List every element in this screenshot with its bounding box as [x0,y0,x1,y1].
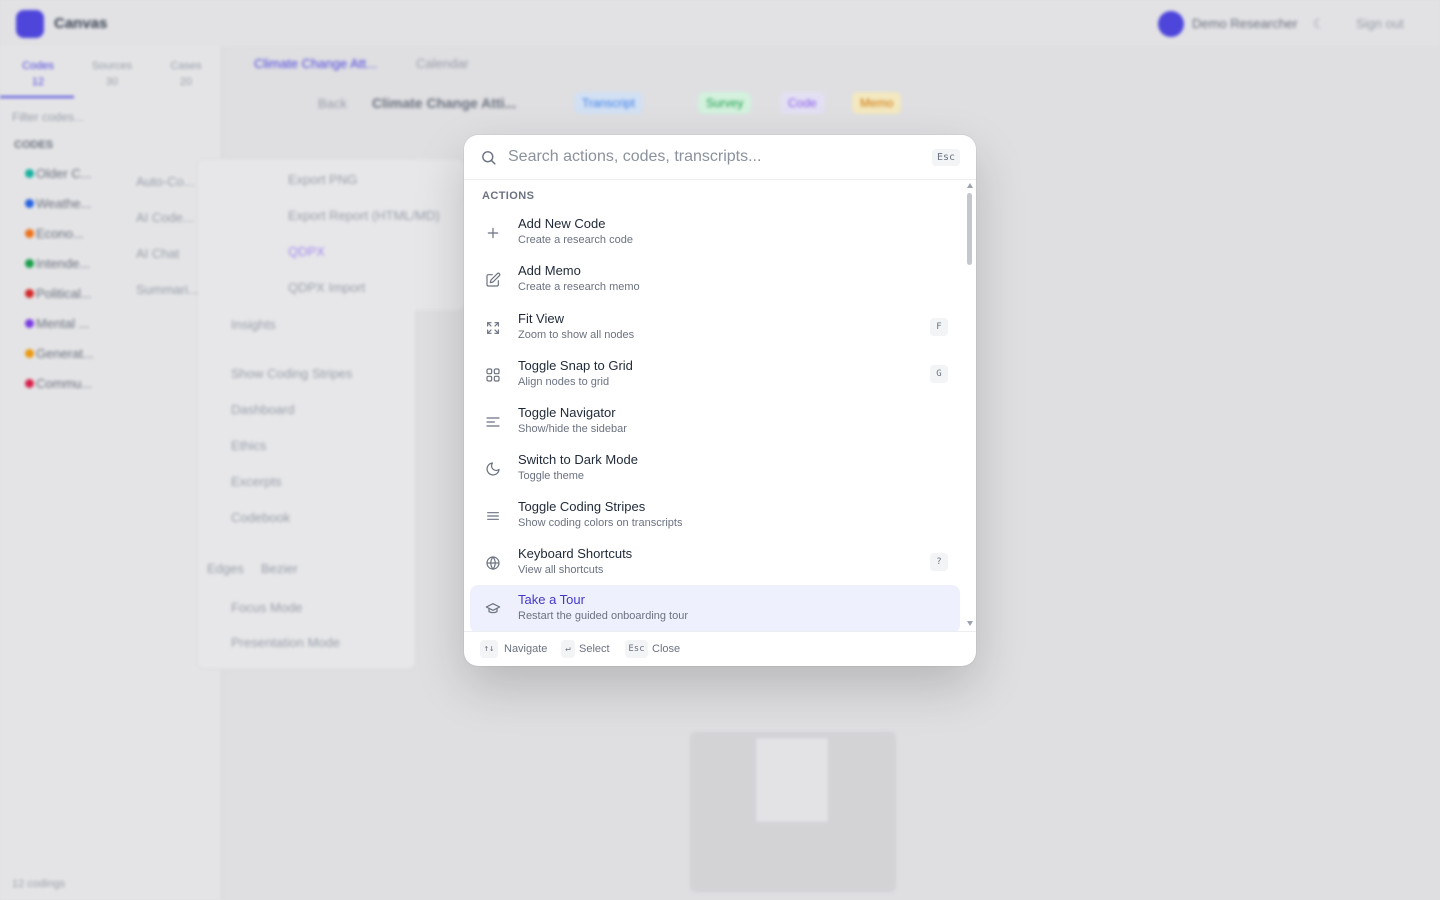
command-palette: Esc ACTIONS Add New Code Create a resear… [464,135,976,666]
align-left-icon [486,417,500,427]
command-take-a-tour[interactable]: Take a Tour Restart the guided onboardin… [470,585,960,631]
grid-icon [486,368,500,382]
command-subtitle: Show/hide the sidebar [518,423,627,435]
command-title: Toggle Snap to Grid [518,358,633,373]
close-hint: Close [652,643,681,655]
graduation-cap-icon [485,603,501,614]
scrollbar[interactable] [965,181,975,631]
menu-lines-icon [487,512,499,520]
command-subtitle: Create a research code [518,234,633,246]
globe-icon [486,556,500,570]
command-subtitle: Create a research memo [518,281,640,293]
select-hint: Select [579,643,610,655]
fullscreen-icon [487,322,499,334]
command-subtitle: Zoom to show all nodes [518,329,635,341]
command-subtitle: Align nodes to grid [518,376,610,388]
search-icon [482,151,496,165]
plus-icon [487,227,499,239]
command-title: Add New Code [518,216,606,231]
command-add-memo[interactable]: Add Memo Create a research memo [470,256,960,304]
command-fit-view[interactable]: Fit View Zoom to show all nodes F [470,304,960,352]
command-title: Switch to Dark Mode [518,452,638,467]
command-keyboard-shortcuts[interactable]: Keyboard Shortcuts View all shortcuts ? [470,539,960,587]
shortcut-badge: ? [930,553,948,571]
command-subtitle: Show coding colors on transcripts [518,517,683,529]
navigate-hint: Navigate [504,643,548,655]
moon-icon [486,462,500,476]
shortcut-badge: G [930,365,948,383]
scroll-thumb[interactable] [967,193,972,265]
search-row: Esc [464,135,976,180]
command-toggle-coding-stripes[interactable]: Toggle Coding Stripes Show coding colors… [470,492,960,540]
command-title: Add Memo [518,263,581,278]
navigate-key-badge: ↑↓ [480,640,498,658]
command-title: Toggle Coding Stripes [518,499,646,514]
command-title: Take a Tour [518,592,585,607]
command-switch-dark-mode[interactable]: Switch to Dark Mode Toggle theme [470,445,960,493]
command-subtitle: Toggle theme [518,470,585,482]
section-label-actions: ACTIONS [482,190,535,202]
command-title: Fit View [518,311,564,326]
scroll-down-arrow-icon[interactable] [967,621,973,626]
command-subtitle: Restart the guided onboarding tour [518,610,689,622]
palette-footer: ↑↓ Navigate ↵ Select Esc Close [464,631,976,666]
shortcut-badge: F [930,318,948,336]
edit-icon [486,272,501,287]
command-title: Keyboard Shortcuts [518,546,633,561]
close-key-badge: Esc [625,640,648,658]
command-add-new-code[interactable]: Add New Code Create a research code [470,209,960,257]
command-list: ACTIONS Add New Code Create a research c… [464,181,976,631]
command-toggle-navigator[interactable]: Toggle Navigator Show/hide the sidebar [470,398,960,446]
command-subtitle: View all shortcuts [518,564,604,576]
scroll-up-arrow-icon[interactable] [967,183,973,188]
command-title: Toggle Navigator [518,405,616,420]
select-key-badge: ↵ [561,640,575,658]
search-input[interactable] [508,145,918,169]
command-toggle-snap-to-grid[interactable]: Toggle Snap to Grid Align nodes to grid … [470,351,960,399]
esc-key-badge: Esc [932,149,960,166]
